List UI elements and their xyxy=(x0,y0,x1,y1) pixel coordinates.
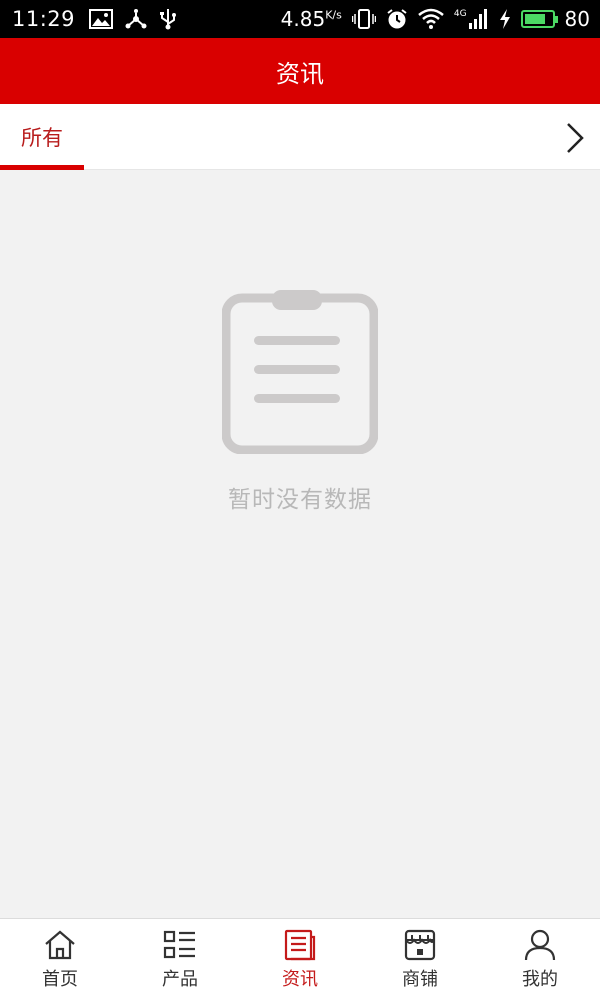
wifi-icon xyxy=(418,8,444,29)
app-header: 资讯 xyxy=(0,38,600,104)
battery-level: 80 xyxy=(564,7,590,31)
empty-state: 暂时没有数据 xyxy=(0,290,600,514)
vibrate-icon xyxy=(351,9,376,29)
bottom-nav: 首页 产品 资讯 商铺 我的 xyxy=(0,918,600,1000)
signal-indicator: 4G xyxy=(454,9,489,29)
store-icon xyxy=(404,929,436,961)
nav-label-profile: 我的 xyxy=(522,969,558,990)
share-icon xyxy=(125,9,147,29)
notification-icons xyxy=(89,8,177,30)
network-speed: 4.85K/s xyxy=(280,7,342,31)
image-icon xyxy=(89,9,114,29)
nav-label-home: 首页 xyxy=(42,969,78,990)
nav-profile[interactable]: 我的 xyxy=(480,919,600,1000)
battery-icon xyxy=(520,10,558,28)
signal-icon xyxy=(468,9,487,29)
tab-all[interactable]: 所有 xyxy=(0,104,84,170)
usb-icon xyxy=(160,9,177,30)
system-icons: 4.85K/s 4G 80 xyxy=(281,7,590,31)
alarm-icon xyxy=(387,9,407,29)
chevron-right-icon xyxy=(567,123,584,153)
nav-home[interactable]: 首页 xyxy=(0,919,120,1000)
empty-message: 暂时没有数据 xyxy=(228,487,372,513)
news-icon xyxy=(284,929,316,961)
product-list-icon xyxy=(163,930,195,959)
nav-label-stores: 商铺 xyxy=(402,969,438,990)
category-tab-bar: 所有 xyxy=(0,104,600,170)
nav-news[interactable]: 资讯 xyxy=(240,919,360,1000)
nav-label-products: 产品 xyxy=(162,969,198,990)
nav-stores[interactable]: 商铺 xyxy=(360,919,480,1000)
charging-icon xyxy=(499,9,510,29)
user-icon xyxy=(524,929,556,961)
status-time: 11:29 xyxy=(12,7,76,31)
nav-products[interactable]: 产品 xyxy=(120,919,240,1000)
network-type-label: 4G xyxy=(453,9,467,19)
nav-label-news: 资讯 xyxy=(282,969,318,990)
more-categories-button[interactable] xyxy=(560,120,590,156)
page-title: 资讯 xyxy=(276,59,324,88)
clipboard-icon xyxy=(222,290,378,454)
tab-label: 所有 xyxy=(21,126,63,150)
status-bar: 11:29 4.85K/s 4G 80 xyxy=(0,0,600,38)
home-icon xyxy=(45,930,75,960)
